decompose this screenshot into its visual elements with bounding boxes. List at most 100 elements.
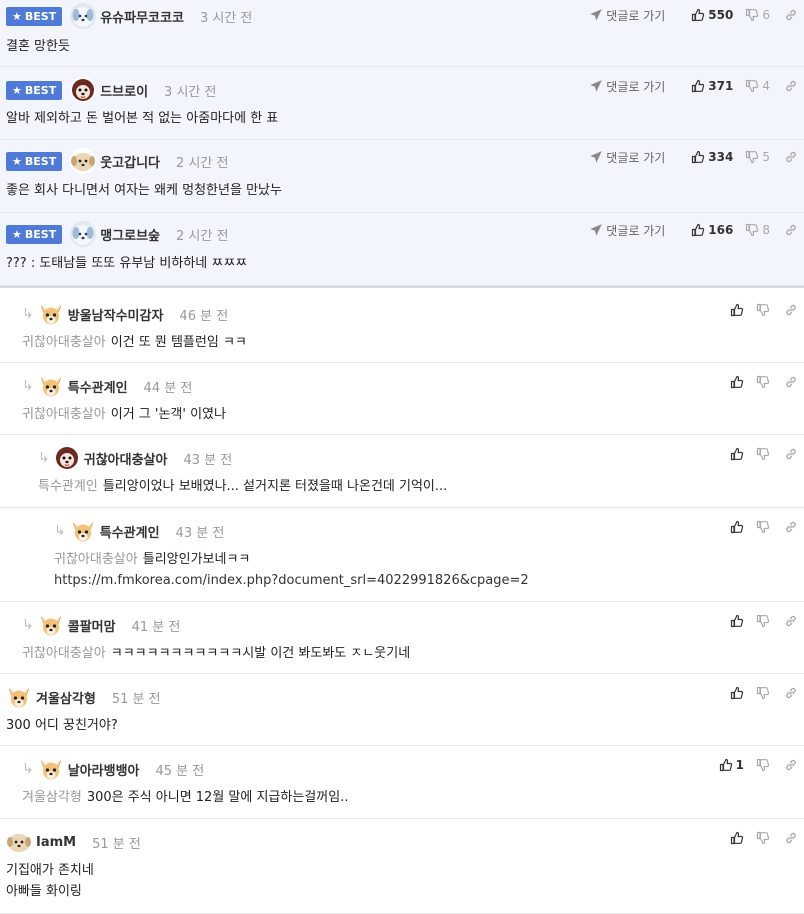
permalink-button[interactable] (784, 686, 798, 700)
go-to-comment-button[interactable]: 댓글로 가기 (589, 7, 665, 24)
comment-author[interactable]: 특수관계인 (100, 522, 160, 541)
parent-author-ref[interactable]: 귀찮아대충살아 (22, 646, 106, 661)
avatar[interactable] (70, 518, 96, 544)
link-icon (784, 614, 798, 628)
comment-author[interactable]: 특수관계인 (68, 377, 128, 396)
parent-author-ref[interactable]: 특수관계인 (38, 479, 98, 494)
best-badge: ★ BEST (6, 80, 63, 100)
avatar[interactable] (38, 612, 64, 638)
go-to-comment-button[interactable]: 댓글로 가기 (589, 78, 665, 95)
downvote-button[interactable] (756, 831, 770, 845)
go-to-comment-button[interactable]: 댓글로 가기 (589, 222, 665, 239)
downvote-button[interactable] (756, 758, 770, 772)
go-to-comment-button[interactable]: 댓글로 가기 (589, 149, 665, 166)
comment-author[interactable]: 맹그로브숲 (100, 225, 160, 244)
permalink-button[interactable] (784, 520, 798, 534)
thumbs-up-icon (730, 303, 744, 317)
permalink-button[interactable] (784, 831, 798, 845)
best-badge: ★ BEST (6, 6, 63, 26)
link-icon (784, 758, 798, 772)
reply-arrow-icon: ↳ (22, 306, 34, 322)
parent-author-ref[interactable]: 겨울삼각형 (22, 790, 82, 805)
permalink-button[interactable] (784, 303, 798, 317)
upvote-button[interactable] (730, 375, 744, 389)
upvote-button[interactable]: 166 (691, 223, 733, 237)
link-icon (784, 831, 798, 845)
downvote-button[interactable] (756, 303, 770, 317)
comment-author[interactable]: 콜팔머맘 (68, 616, 116, 635)
comment-link[interactable]: https://m.fmkorea.com/index.php?document… (54, 573, 529, 588)
comment-text-line2: 아빠들 화이링 (6, 884, 82, 899)
downvote-button[interactable] (756, 686, 770, 700)
parent-author-ref[interactable]: 귀찮아대충살아 (22, 407, 106, 422)
thumbs-down-icon (745, 79, 759, 93)
permalink-button[interactable] (784, 375, 798, 389)
comment-author[interactable]: 귀찮아대충살아 (84, 449, 168, 468)
downvote-button[interactable] (756, 614, 770, 628)
avatar[interactable] (6, 829, 32, 855)
avatar[interactable] (54, 445, 80, 471)
permalink-button[interactable] (784, 150, 798, 164)
upvote-button[interactable] (730, 614, 744, 628)
permalink-button[interactable] (784, 614, 798, 628)
comment-text: ㅋㅋㅋㅋㅋㅋㅋㅋㅋㅋㅋ시발 이건 봐도봐도 ㅈㄴ웃기네 (110, 646, 411, 661)
upvote-button[interactable]: 371 (691, 79, 733, 93)
comment-author[interactable]: 방울남작수미감자 (68, 305, 164, 324)
avatar[interactable] (70, 221, 96, 247)
comment-text: 결혼 망한듯 (6, 39, 70, 54)
avatar[interactable] (38, 756, 64, 782)
comment-time: 3 시간 전 (199, 10, 253, 26)
comment-author[interactable]: 겨울삼각형 (36, 688, 96, 707)
comment-text: ??? : 도태남들 또또 유부남 비하하네 ㅉㅉㅉ (6, 256, 248, 271)
avatar[interactable] (70, 77, 96, 103)
permalink-button[interactable] (784, 8, 798, 22)
downvote-count: 8 (762, 223, 770, 237)
downvote-button[interactable]: 8 (745, 223, 770, 237)
upvote-button[interactable] (730, 447, 744, 461)
comment-author[interactable]: 웃고갑니다 (100, 152, 160, 171)
reply-arrow-icon: ↳ (54, 523, 66, 539)
permalink-button[interactable] (784, 758, 798, 772)
comment-author[interactable]: 유슈파무코코코 (100, 7, 184, 26)
comment-author[interactable]: 날아라뱅뱅아 (68, 760, 140, 779)
downvote-button[interactable] (756, 447, 770, 461)
upvote-button[interactable]: 550 (691, 8, 733, 22)
downvote-button[interactable]: 6 (745, 8, 770, 22)
upvote-button[interactable] (730, 831, 744, 845)
avatar[interactable] (38, 373, 64, 399)
upvote-button[interactable] (730, 686, 744, 700)
comment-author[interactable]: 드브로이 (100, 81, 148, 100)
downvote-button[interactable]: 4 (745, 79, 770, 93)
avatar[interactable] (6, 684, 32, 710)
upvote-button[interactable] (730, 303, 744, 317)
avatar[interactable] (70, 148, 96, 174)
thumbs-down-icon (756, 303, 770, 317)
permalink-button[interactable] (784, 79, 798, 93)
comment-time: 2 시간 전 (176, 228, 229, 244)
downvote-button[interactable] (756, 520, 770, 534)
send-icon (589, 8, 603, 22)
downvote-button[interactable] (756, 375, 770, 389)
downvote-count: 6 (762, 8, 770, 22)
avatar[interactable] (70, 3, 96, 29)
avatar[interactable] (38, 301, 64, 327)
permalink-button[interactable] (784, 447, 798, 461)
thumbs-up-icon (691, 79, 705, 93)
parent-author-ref[interactable]: 귀찮아대충살아 (22, 335, 106, 350)
link-icon (784, 375, 798, 389)
permalink-button[interactable] (784, 223, 798, 237)
upvote-button[interactable]: 1 (719, 758, 744, 772)
comment-time: 2 시간 전 (176, 155, 229, 171)
link-icon (784, 79, 798, 93)
thumbs-up-icon (730, 686, 744, 700)
regular-comments: ↳ 방울남작수미감자 46 분 전 귀찮아대충살아 이건 또 뭔 템플런임 ㅋㅋ … (0, 291, 804, 914)
parent-author-ref[interactable]: 귀찮아대충살아 (54, 552, 138, 567)
thumbs-down-icon (756, 686, 770, 700)
link-icon (784, 520, 798, 534)
comment-author[interactable]: IamM (36, 835, 76, 850)
comment-body: 귀찮아대충살아 ㅋㅋㅋㅋㅋㅋㅋㅋㅋㅋㅋ시발 이건 봐도봐도 ㅈㄴ웃기네 (22, 643, 410, 664)
upvote-button[interactable] (730, 520, 744, 534)
upvote-button[interactable]: 334 (691, 150, 733, 164)
link-icon (784, 447, 798, 461)
downvote-button[interactable]: 5 (745, 150, 770, 164)
